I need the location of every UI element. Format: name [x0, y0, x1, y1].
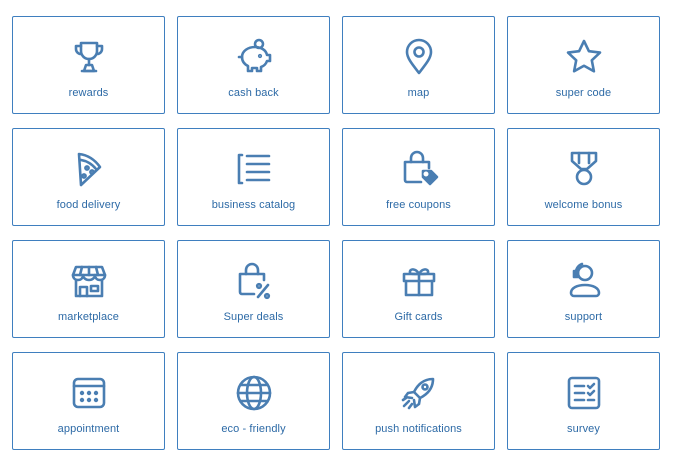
tile-eco-friendly[interactable]: eco - friendly: [177, 352, 330, 450]
shopping-bag-percent-icon: [232, 259, 276, 303]
tile-label: welcome bonus: [544, 199, 623, 211]
tile-push-notifications[interactable]: push notifications: [342, 352, 495, 450]
tile-marketplace[interactable]: marketplace: [12, 240, 165, 338]
piggy-bank-icon: [232, 35, 276, 79]
tile-label: appointment: [57, 423, 120, 435]
tile-label: survey: [567, 423, 600, 435]
tile-free-coupons[interactable]: free coupons: [342, 128, 495, 226]
survey-checklist-icon: [562, 371, 606, 415]
star-icon: [562, 35, 606, 79]
feature-grid: rewards cash back map super code food de…: [12, 16, 660, 450]
tile-label: cash back: [228, 87, 279, 99]
tile-support[interactable]: support: [507, 240, 660, 338]
trophy-icon: [67, 35, 111, 79]
tile-label: Super deals: [223, 311, 284, 323]
tile-label: business catalog: [211, 199, 296, 211]
tile-label: food delivery: [56, 199, 121, 211]
support-agent-icon: [562, 259, 606, 303]
storefront-icon: [67, 259, 111, 303]
calendar-icon: [67, 371, 111, 415]
globe-icon: [232, 371, 276, 415]
tile-super-code[interactable]: super code: [507, 16, 660, 114]
tile-label: eco - friendly: [221, 423, 286, 435]
pizza-slice-icon: [67, 147, 111, 191]
map-pin-icon: [397, 35, 441, 79]
tile-map[interactable]: map: [342, 16, 495, 114]
tile-super-deals[interactable]: Super deals: [177, 240, 330, 338]
tile-label: Gift cards: [394, 311, 443, 323]
tile-gift-cards[interactable]: Gift cards: [342, 240, 495, 338]
tile-label: map: [407, 87, 430, 99]
tile-label: marketplace: [57, 311, 119, 323]
tile-welcome-bonus[interactable]: welcome bonus: [507, 128, 660, 226]
tile-cash-back[interactable]: cash back: [177, 16, 330, 114]
tile-label: push notifications: [375, 423, 462, 435]
tile-survey[interactable]: survey: [507, 352, 660, 450]
shopping-bag-tag-icon: [397, 147, 441, 191]
tile-food-delivery[interactable]: food delivery: [12, 128, 165, 226]
tile-label: rewards: [68, 87, 109, 99]
tile-appointment[interactable]: appointment: [12, 352, 165, 450]
catalog-list-icon: [232, 147, 276, 191]
rocket-icon: [397, 371, 441, 415]
tile-label: super code: [555, 87, 612, 99]
gift-icon: [397, 259, 441, 303]
tile-rewards[interactable]: rewards: [12, 16, 165, 114]
tile-business-catalog[interactable]: business catalog: [177, 128, 330, 226]
tile-label: support: [564, 311, 603, 323]
medal-icon: [562, 147, 606, 191]
tile-label: free coupons: [386, 199, 451, 211]
